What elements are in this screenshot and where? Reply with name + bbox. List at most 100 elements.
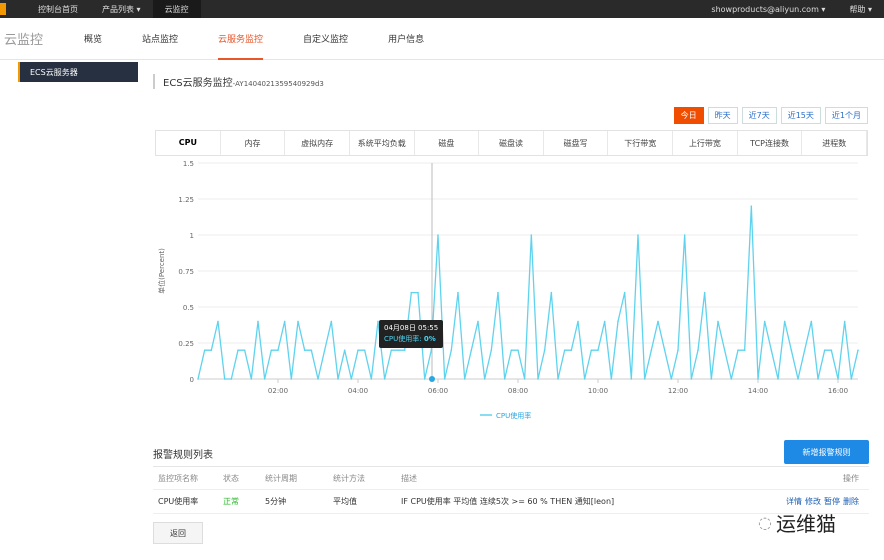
- header-period: 统计周期: [265, 473, 297, 483]
- x-tick-label: 12:00: [668, 387, 688, 395]
- wechat-icon: ◌: [758, 513, 772, 532]
- data-point: [630, 378, 633, 380]
- data-point: [583, 378, 586, 380]
- cell-period: 5分钟: [265, 497, 287, 506]
- data-point: [237, 349, 239, 351]
- pause-link[interactable]: 暂停: [824, 497, 840, 506]
- data-point: [203, 349, 206, 351]
- header-name: 监控项名称: [158, 473, 198, 483]
- data-point: [697, 349, 699, 351]
- tooltip-series: CPU使用率: 0%: [384, 335, 436, 343]
- tab-metric[interactable]: TCP连接数: [738, 131, 803, 155]
- data-point: [390, 349, 393, 351]
- data-point: [250, 378, 253, 380]
- tab-metric[interactable]: 系统平均负载: [350, 131, 415, 155]
- data-point: [777, 378, 779, 380]
- nav-user-info[interactable]: 用户信息: [388, 18, 424, 60]
- cpu-chart: 0 0.25 0.5 0.75 1 1.25 1.5 02:00 04:00 06:00 08:00…: [157, 160, 859, 420]
- tab-metric[interactable]: 磁盘读: [479, 131, 544, 155]
- tab-metric[interactable]: 进程数: [802, 131, 868, 155]
- sidebar-item-ecs[interactable]: ECS云服务器: [18, 62, 138, 82]
- data-point: [610, 378, 613, 380]
- time-range-group: 今日 昨天 近7天 近15天 近1个月: [673, 107, 868, 124]
- data-point: [563, 349, 566, 351]
- data-point: [343, 349, 346, 351]
- data-point: [650, 349, 653, 351]
- data-point: [677, 349, 679, 351]
- y-tick-label: 0: [190, 376, 194, 384]
- data-point: [743, 349, 746, 351]
- cell-method: 平均值: [333, 497, 357, 506]
- data-point: [703, 291, 706, 294]
- cell-desc: IF CPU使用率 平均值 连续5次 >= 60 % THEN 通知[leon]: [401, 497, 615, 506]
- help-menu[interactable]: 帮助 ▾: [837, 0, 884, 18]
- data-point: [763, 320, 766, 323]
- main-nav: 云监控 概览 站点监控 云服务监控 自定义监控 用户信息: [0, 18, 884, 60]
- data-point: [810, 320, 813, 323]
- cell-ops: 详情 修改 暂停 删除: [741, 496, 869, 507]
- data-point: [210, 349, 213, 351]
- y-tick-label: 0.75: [178, 268, 194, 276]
- data-point: [717, 320, 719, 323]
- tab-metric[interactable]: 内存: [221, 131, 286, 155]
- title-text: ECS云服务监控: [163, 78, 233, 89]
- header-status: 状态: [223, 473, 239, 483]
- data-point: [723, 349, 726, 351]
- range-yesterday[interactable]: 昨天: [707, 107, 738, 124]
- data-point: [830, 349, 833, 351]
- data-point: [197, 378, 199, 380]
- range-1m[interactable]: 近1个月: [824, 107, 868, 124]
- series-line-cpu: [197, 206, 859, 380]
- topbar-cloudmonitor[interactable]: 云监控: [152, 0, 201, 18]
- back-button[interactable]: 返回: [153, 522, 203, 544]
- nav-site-monitor[interactable]: 站点监控: [142, 18, 178, 60]
- tab-metric[interactable]: 虚拟内存: [285, 131, 350, 155]
- topbar-home[interactable]: 控制台首页: [26, 0, 90, 18]
- data-point: [450, 349, 453, 351]
- nav-custom-monitor[interactable]: 自定义监控: [303, 18, 348, 60]
- nav-overview[interactable]: 概览: [84, 18, 102, 60]
- data-point: [357, 349, 359, 351]
- data-point: [317, 378, 319, 380]
- data-point: [257, 320, 259, 323]
- y-tick-label: 1.5: [183, 160, 194, 168]
- x-tick-label: 10:00: [588, 387, 608, 395]
- data-point: [230, 378, 233, 380]
- data-point: [483, 378, 486, 380]
- data-point: [790, 349, 793, 351]
- edit-link[interactable]: 修改: [805, 497, 821, 506]
- data-point: [523, 378, 526, 380]
- table-header: 监控项名称 状态 统计周期 统计方法 描述 操作: [153, 466, 869, 490]
- x-tick-label: 16:00: [828, 387, 848, 395]
- range-15d[interactable]: 近15天: [780, 107, 821, 124]
- data-point: [297, 320, 299, 323]
- tab-metric[interactable]: 下行带宽: [608, 131, 674, 155]
- data-point: [570, 349, 573, 351]
- data-point: [730, 378, 733, 380]
- add-alert-rule-button[interactable]: 新增报警规则: [784, 440, 869, 464]
- y-tick-label: 0.5: [183, 304, 194, 312]
- x-tick-label: 06:00: [428, 387, 448, 395]
- topbar-products[interactable]: 产品列表 ▾: [90, 0, 153, 18]
- data-point: [597, 349, 599, 351]
- user-menu[interactable]: showproducts@aliyun.com ▾: [699, 0, 837, 18]
- x-tick-label: 08:00: [508, 387, 528, 395]
- range-today[interactable]: 今日: [673, 107, 704, 124]
- data-point: [303, 349, 306, 351]
- nav-cloud-service-monitor[interactable]: 云服务监控: [218, 18, 264, 60]
- top-bar: 控制台首页 产品列表 ▾ 云监控 showproducts@aliyun.com…: [0, 0, 884, 18]
- legend-label: CPU使用率: [496, 411, 531, 420]
- tab-metric[interactable]: CPU: [156, 131, 221, 155]
- data-point: [417, 291, 419, 294]
- y-tick-label: 0.25: [178, 340, 194, 348]
- details-link[interactable]: 详情: [786, 497, 802, 506]
- data-point: [363, 349, 366, 351]
- tab-metric[interactable]: 磁盘: [415, 131, 480, 155]
- data-point: [783, 320, 786, 323]
- range-7d[interactable]: 近7天: [741, 107, 777, 124]
- tab-metric[interactable]: 上行带宽: [673, 131, 738, 155]
- tab-metric[interactable]: 磁盘写: [544, 131, 609, 155]
- data-point: [590, 349, 593, 351]
- delete-link[interactable]: 删除: [843, 497, 859, 506]
- header-desc: 描述: [401, 473, 417, 483]
